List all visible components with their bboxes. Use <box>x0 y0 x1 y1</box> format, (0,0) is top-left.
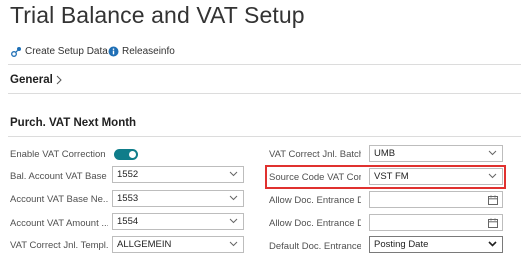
vat-correct-jnl-batch-field[interactable]: UMB <box>369 145 503 162</box>
enable-vat-correction-label: Enable VAT Correction <box>10 149 106 160</box>
vat-correct-jnl-template-field[interactable]: ALLGEMEIN <box>112 236 244 253</box>
toggle-knob <box>129 151 136 158</box>
create-setup-data-label: Create Setup Data <box>25 45 108 57</box>
toolbar-divider <box>8 64 521 65</box>
calendar-icon[interactable] <box>488 218 498 228</box>
vat-correct-jnl-template-value: ALLGEMEIN <box>117 239 172 250</box>
allow-doc-entrance-from-label: Allow Doc. Entrance D... <box>269 195 361 206</box>
bal-account-vat-base-value: 1552 <box>117 169 139 180</box>
chevron-down-icon <box>229 241 238 247</box>
chevron-down-icon <box>229 218 238 224</box>
account-vat-amount-value: 1554 <box>117 216 139 227</box>
purch-divider <box>8 136 521 137</box>
chevron-down-icon <box>229 171 238 177</box>
info-icon <box>108 46 119 56</box>
chevron-down-icon <box>488 150 497 156</box>
default-doc-entrance-select[interactable]: Posting Date <box>369 236 503 253</box>
purch-vat-section-header: Purch. VAT Next Month <box>10 117 137 129</box>
releaseinfo-label: Releaseinfo <box>122 45 175 57</box>
vat-correct-jnl-template-label: VAT Correct Jnl. Templ... <box>10 240 108 251</box>
enable-vat-correction-toggle[interactable] <box>114 149 138 160</box>
chevron-down-icon <box>229 195 238 201</box>
source-code-vat-corr-field[interactable]: VST FM <box>369 168 503 185</box>
account-vat-amount-label: Account VAT Amount ... <box>10 218 108 229</box>
allow-doc-entrance-to-label: Allow Doc. Entrance D... <box>269 218 361 229</box>
general-divider <box>8 93 521 94</box>
source-code-vat-corr-value: VST FM <box>374 171 409 182</box>
vat-correct-jnl-batch-label: VAT Correct Jnl. Batch... <box>269 149 361 160</box>
releaseinfo-button[interactable]: Releaseinfo <box>108 44 175 58</box>
account-vat-base-label: Account VAT Base Ne... <box>10 194 108 205</box>
allow-doc-entrance-to-field[interactable] <box>369 214 503 231</box>
bal-account-vat-base-label: Bal. Account VAT Base <box>10 171 107 182</box>
bal-account-vat-base-field[interactable]: 1552 <box>112 166 244 183</box>
create-setup-icon <box>11 46 21 57</box>
account-vat-amount-field[interactable]: 1554 <box>112 213 244 230</box>
account-vat-base-field[interactable]: 1553 <box>112 190 244 207</box>
allow-doc-entrance-from-field[interactable] <box>369 191 503 208</box>
source-code-vat-corr-label: Source Code VAT Corr... <box>269 172 361 183</box>
calendar-icon[interactable] <box>488 195 498 205</box>
chevron-down-icon <box>488 173 497 179</box>
chevron-right-icon <box>56 75 62 85</box>
chevron-down-icon <box>488 241 497 247</box>
page-title: Trial Balance and VAT Setup <box>10 2 305 28</box>
account-vat-base-value: 1553 <box>117 193 139 204</box>
create-setup-data-button[interactable]: Create Setup Data <box>11 44 108 58</box>
vat-correct-jnl-batch-value: UMB <box>374 148 396 159</box>
default-doc-entrance-value: Posting Date <box>374 239 429 250</box>
general-section-label: General <box>10 74 53 86</box>
general-section-header[interactable]: General <box>10 74 62 86</box>
default-doc-entrance-label: Default Doc. Entrance... <box>269 241 361 252</box>
